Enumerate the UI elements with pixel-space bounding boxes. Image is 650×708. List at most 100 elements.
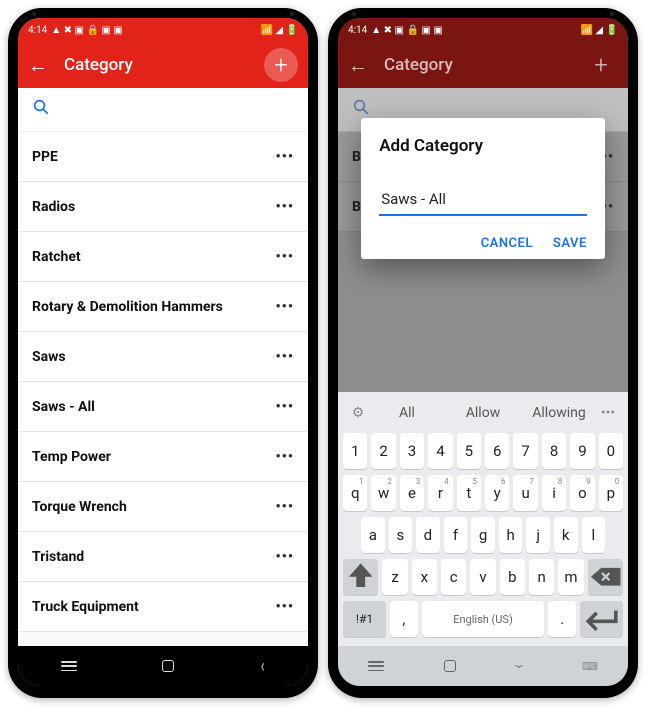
recents-icon[interactable]: [368, 661, 384, 671]
home-icon[interactable]: [162, 660, 174, 672]
add-button[interactable]: +: [264, 48, 298, 82]
list-item[interactable]: PPE •••: [18, 132, 308, 182]
key-h[interactable]: h: [499, 517, 523, 553]
enter-key[interactable]: [580, 601, 623, 637]
add-button[interactable]: +: [584, 48, 618, 82]
back-nav-icon[interactable]: ‹: [261, 656, 265, 677]
shift-key[interactable]: [343, 559, 378, 595]
more-icon[interactable]: •••: [275, 549, 294, 565]
more-icon[interactable]: •••: [595, 199, 614, 215]
search-bar[interactable]: [338, 88, 628, 132]
key-p[interactable]: p0: [599, 475, 623, 511]
back-icon[interactable]: ←: [28, 53, 48, 78]
keyboard-settings-icon[interactable]: ⚙: [347, 405, 369, 421]
key-b[interactable]: b: [500, 559, 525, 595]
key-0[interactable]: 0: [599, 433, 623, 469]
key-o[interactable]: o9: [570, 475, 594, 511]
key-e[interactable]: e3: [400, 475, 424, 511]
list-item-label: Temp Power: [32, 449, 111, 465]
key-2[interactable]: 2: [371, 433, 395, 469]
more-icon[interactable]: •••: [275, 199, 294, 215]
key-g[interactable]: g: [471, 517, 495, 553]
suggestion[interactable]: All: [369, 405, 445, 421]
list-item[interactable]: Torque Wrench•••: [18, 482, 308, 532]
symbols-key[interactable]: !#1: [343, 601, 386, 637]
list-item-label: Saws: [32, 349, 66, 365]
keyboard-switch-icon[interactable]: ⌨: [582, 660, 598, 673]
list-item[interactable]: Temp Power •••: [18, 432, 308, 482]
home-icon[interactable]: [444, 660, 456, 672]
list-item-label: PPE: [32, 149, 58, 165]
list-item-label: Radios: [32, 199, 75, 215]
key-4[interactable]: 4: [428, 433, 452, 469]
more-icon[interactable]: •••: [275, 149, 294, 165]
list-item[interactable]: Radios •••: [18, 182, 308, 232]
list-item-label: Truck Equipment: [32, 599, 139, 615]
key-k[interactable]: k: [554, 517, 578, 553]
keyboard-hide-icon[interactable]: ‹: [509, 664, 530, 668]
key-7[interactable]: 7: [513, 433, 537, 469]
nav-bar: ‹: [18, 646, 308, 686]
key-s[interactable]: s: [389, 517, 413, 553]
list-item[interactable]: B •••: [338, 132, 628, 182]
backspace-key[interactable]: [588, 559, 623, 595]
key-c[interactable]: c: [441, 559, 466, 595]
key-9[interactable]: 9: [570, 433, 594, 469]
more-icon[interactable]: •••: [595, 149, 614, 165]
recents-icon[interactable]: [61, 661, 77, 671]
key-j[interactable]: j: [526, 517, 550, 553]
more-suggestions-icon[interactable]: •••: [597, 405, 619, 421]
list-item-label: B: [352, 149, 361, 165]
key-d[interactable]: d: [416, 517, 440, 553]
search-icon: [32, 98, 50, 121]
key-8[interactable]: 8: [542, 433, 566, 469]
comma-key[interactable]: ,: [390, 601, 418, 637]
key-w[interactable]: w2: [371, 475, 395, 511]
more-icon[interactable]: •••: [275, 249, 294, 265]
more-icon[interactable]: •••: [275, 449, 294, 465]
list-item[interactable]: Saws •••: [18, 332, 308, 382]
key-m[interactable]: m: [558, 559, 583, 595]
key-1[interactable]: 1: [343, 433, 367, 469]
key-f[interactable]: f: [444, 517, 468, 553]
more-icon[interactable]: •••: [275, 399, 294, 415]
nav-bar: ‹ ⌨: [338, 646, 628, 686]
more-icon[interactable]: •••: [275, 299, 294, 315]
more-icon[interactable]: •••: [275, 499, 294, 515]
period-key[interactable]: .: [548, 601, 576, 637]
back-icon[interactable]: ←: [348, 53, 368, 78]
key-y[interactable]: y6: [485, 475, 509, 511]
key-z[interactable]: z: [382, 559, 407, 595]
list-item-label: Saws - All: [32, 399, 95, 415]
suggestion[interactable]: Allow: [445, 405, 521, 421]
more-icon[interactable]: •••: [275, 349, 294, 365]
key-3[interactable]: 3: [400, 433, 424, 469]
list-item[interactable]: Ratchet•••: [18, 232, 308, 282]
more-icon[interactable]: •••: [275, 599, 294, 615]
key-6[interactable]: 6: [485, 433, 509, 469]
key-x[interactable]: x: [412, 559, 437, 595]
list-item[interactable]: Truck Equipment •••: [18, 582, 308, 632]
space-key[interactable]: English (US): [422, 601, 545, 637]
key-v[interactable]: v: [470, 559, 495, 595]
app-bar: ← Category +: [18, 42, 308, 88]
key-n[interactable]: n: [529, 559, 554, 595]
suggestion[interactable]: Allowing: [521, 405, 597, 421]
phone-right: 4:14▲ ✖ ▣ 🔒 ▣ ▣ 📶 ◢ 🔋 ← Category + B•••B…: [328, 8, 638, 698]
key-i[interactable]: i8: [542, 475, 566, 511]
key-l[interactable]: l: [582, 517, 606, 553]
list-item[interactable]: Saws - All •••: [18, 382, 308, 432]
list-item[interactable]: Tristand•••: [18, 532, 308, 582]
category-list: PPE•••Radios•••Ratchet•••Rotary & Demoli…: [18, 132, 308, 646]
key-5[interactable]: 5: [457, 433, 481, 469]
page-title: Category: [384, 55, 584, 75]
list-item[interactable]: Batteries•••: [338, 182, 628, 232]
list-item[interactable]: Rotary & Demolition Hammers•••: [18, 282, 308, 332]
search-bar[interactable]: [18, 88, 308, 132]
soft-keyboard: ⚙ All Allow Allowing ••• 1234567890 q1w2…: [338, 392, 628, 646]
key-a[interactable]: a: [361, 517, 385, 553]
key-t[interactable]: t5: [457, 475, 481, 511]
key-u[interactable]: u7: [513, 475, 537, 511]
key-r[interactable]: r4: [428, 475, 452, 511]
key-q[interactable]: q1: [343, 475, 367, 511]
